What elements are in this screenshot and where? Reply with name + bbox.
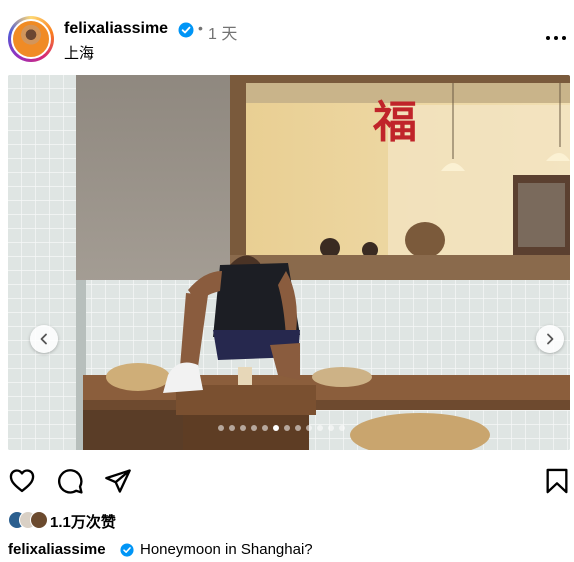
- caption-text: Honeymoon in Shanghai?: [140, 541, 313, 558]
- carousel-dot: [273, 425, 279, 431]
- carousel-dot: [339, 425, 345, 431]
- post-photo[interactable]: 福: [8, 75, 570, 450]
- paper-plane-icon[interactable]: [104, 467, 132, 495]
- carousel-dot: [317, 425, 323, 431]
- location-link[interactable]: 上海: [64, 42, 94, 63]
- chevron-right-icon: [547, 333, 554, 345]
- chevron-left-icon: [40, 333, 47, 345]
- separator-dot: •: [198, 20, 203, 36]
- carousel-dot: [328, 425, 334, 431]
- verified-badge-icon: [178, 22, 194, 38]
- carousel-dot: [218, 425, 224, 431]
- avatar[interactable]: [11, 19, 51, 59]
- story-ring[interactable]: [8, 16, 54, 62]
- carousel-dot: [306, 425, 312, 431]
- photo-illustration: 福: [8, 75, 570, 450]
- next-photo-button[interactable]: [536, 325, 564, 353]
- comment-icon[interactable]: [56, 467, 84, 495]
- more-options-icon[interactable]: [544, 26, 568, 50]
- carousel-indicator: [218, 425, 358, 433]
- username-link[interactable]: felixaliassime: [64, 20, 168, 38]
- fu-sign: 福: [372, 97, 417, 148]
- caption-username[interactable]: felixaliassime: [8, 541, 106, 558]
- carousel-dot: [262, 425, 268, 431]
- instagram-post: felixaliassime • 1 天 上海 福 1.1万次赞 felixal…: [0, 0, 574, 562]
- liker-avatars[interactable]: [8, 511, 52, 529]
- bookmark-icon[interactable]: [543, 467, 571, 495]
- carousel-dot: [251, 425, 257, 431]
- heart-icon[interactable]: [8, 467, 36, 495]
- carousel-dot: [240, 425, 246, 431]
- previous-photo-button[interactable]: [30, 325, 58, 353]
- verified-badge-icon: [120, 543, 134, 557]
- carousel-dot: [295, 425, 301, 431]
- carousel-dot: [284, 425, 290, 431]
- liker-avatar: [30, 511, 48, 529]
- post-time[interactable]: 1 天: [208, 20, 237, 44]
- likes-count[interactable]: 1.1万次赞: [50, 511, 116, 532]
- carousel-dot: [229, 425, 235, 431]
- post-header: felixaliassime • 1 天 上海: [0, 0, 574, 72]
